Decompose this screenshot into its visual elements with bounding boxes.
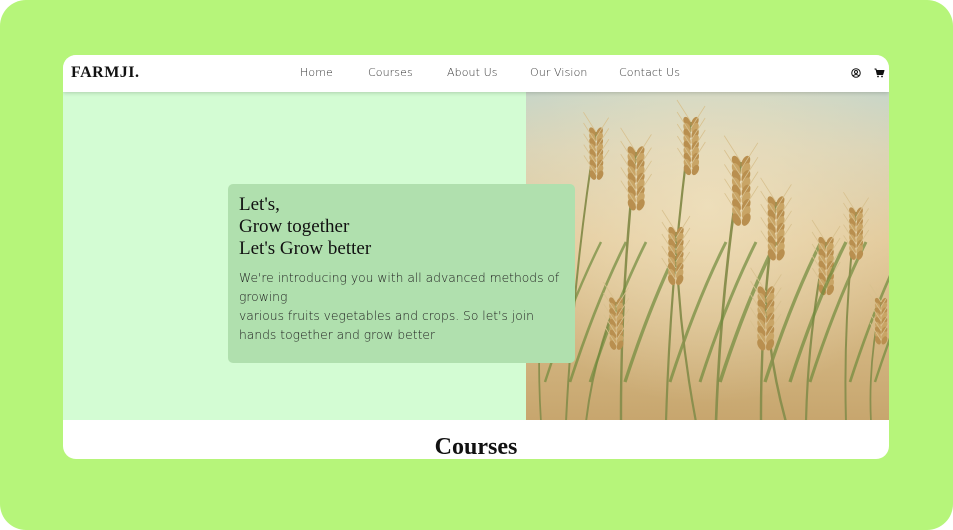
shopping-cart-icon[interactable]: [874, 68, 885, 78]
hero-card: Let's, Grow together Let's Grow better W…: [228, 184, 575, 363]
hero-description: We're introducing you with all advanced …: [239, 269, 564, 345]
courses-section-title: Courses: [434, 434, 518, 459]
nav-home-link[interactable]: Home: [300, 66, 333, 79]
hero-wheat-image: [526, 92, 889, 420]
hero-description-line: various fruits vegetables and crops. So …: [239, 309, 534, 342]
hero-title-line: Let's,: [239, 194, 280, 215]
user-circle-icon[interactable]: [851, 68, 861, 78]
main-nav: Home Courses About Us Our Vision Contact…: [63, 66, 889, 82]
hero-title: Let's, Grow together Let's Grow better: [239, 194, 564, 260]
nav-vision-link[interactable]: Our Vision: [530, 66, 587, 79]
nav-contact-link[interactable]: Contact Us: [619, 66, 680, 79]
nav-courses-link[interactable]: Courses: [368, 66, 413, 79]
hero-title-line: Grow together: [239, 216, 350, 237]
site-header: FARMJI. Home Courses About Us Our Vision…: [63, 55, 889, 92]
nav-about-link[interactable]: About Us: [447, 66, 498, 79]
page-background: FARMJI. Home Courses About Us Our Vision…: [0, 0, 953, 530]
browser-page: FARMJI. Home Courses About Us Our Vision…: [63, 55, 889, 459]
hero-description-line: We're introducing you with all advanced …: [239, 271, 560, 304]
hero-title-line: Let's Grow better: [239, 238, 372, 259]
